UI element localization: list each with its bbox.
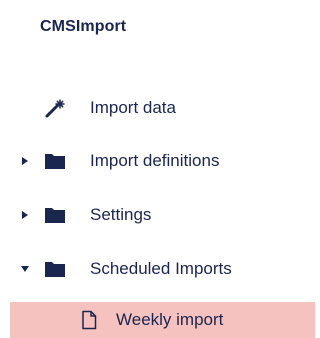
tree-item-label: Weekly import <box>116 310 224 329</box>
tree-item-import-data[interactable]: Import data <box>0 90 315 126</box>
document-icon <box>78 310 100 330</box>
tree-item-label: Settings <box>90 205 152 224</box>
tree-item-weekly-import[interactable]: Weekly import <box>10 302 315 338</box>
caret-right-icon[interactable] <box>20 156 30 166</box>
folder-icon <box>44 259 66 279</box>
magic-wand-icon <box>44 98 66 118</box>
caret-right-icon[interactable] <box>20 210 30 220</box>
cmsimport-tree-panel: CMSImport Import data Import definitions… <box>0 0 315 338</box>
tree-item-label: Scheduled Imports <box>90 259 232 278</box>
tree-item-label: Import definitions <box>90 151 220 170</box>
tree-item-import-definitions[interactable]: Import definitions <box>0 143 315 179</box>
section-title[interactable]: CMSImport <box>40 18 126 36</box>
tree-item-label: Import data <box>90 98 176 117</box>
caret-down-icon[interactable] <box>20 264 30 274</box>
tree-item-scheduled-imports[interactable]: Scheduled Imports <box>0 251 315 287</box>
folder-icon <box>44 205 66 225</box>
folder-icon <box>44 151 66 171</box>
tree-item-settings[interactable]: Settings <box>0 197 315 233</box>
